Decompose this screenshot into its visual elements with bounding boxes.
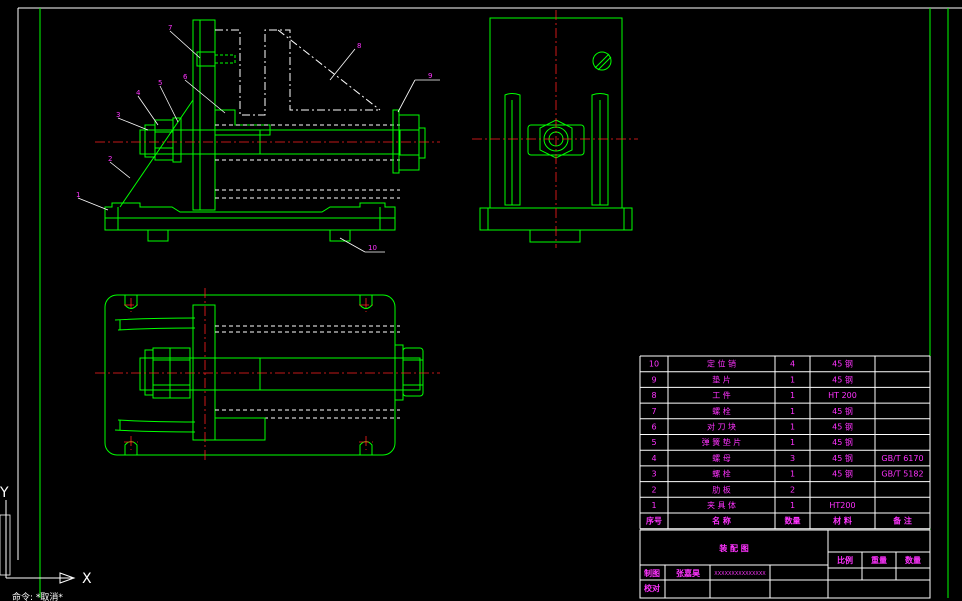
drawn-id: XXXXXXXXXXXXXXX xyxy=(714,571,766,577)
part-label-8: 8 xyxy=(357,42,361,50)
bom-cell-material: 45 钢 xyxy=(832,374,853,384)
bom-cell-name: 夹 具 体 xyxy=(707,500,736,510)
bom-cell-no: 5 xyxy=(651,438,656,447)
bom-cell-no: 6 xyxy=(651,422,656,431)
bom-cell-qty: 1 xyxy=(790,501,795,510)
bom-cell-name: 弹 簧 垫 片 xyxy=(702,437,742,447)
bom-cell-material: 45 钢 xyxy=(832,437,853,447)
bom-header-material: 材 料 xyxy=(833,516,852,526)
bom-cell-material: 45 钢 xyxy=(832,421,853,431)
bom-cell-qty: 1 xyxy=(790,375,795,384)
bom-cell-note: GB/T 6170 xyxy=(881,454,923,463)
bom-cell-name: 垫 片 xyxy=(712,374,731,384)
bom-cell-qty: 3 xyxy=(790,454,795,463)
bom-header-qty: 数量 xyxy=(785,516,801,526)
bom-cell-qty: 1 xyxy=(790,470,795,479)
bom-cell-no: 9 xyxy=(651,375,656,384)
cad-drawing-canvas[interactable]: 1 2 3 4 5 6 7 8 9 10 10 定 位 销 4 45 钢9 垫 … xyxy=(0,0,962,601)
part-label-2: 2 xyxy=(108,155,112,163)
bom-cell-no: 2 xyxy=(651,485,656,494)
bom-cell-no: 7 xyxy=(651,407,656,416)
drawing-name: 装 配 图 xyxy=(718,543,749,553)
ucs-y-label: Y xyxy=(0,485,9,501)
bom-cell-qty: 1 xyxy=(790,407,795,416)
bom-cell-qty: 1 xyxy=(790,438,795,447)
bom-cell-qty: 4 xyxy=(790,360,795,369)
command-line[interactable]: 命令: *取消* xyxy=(12,591,63,601)
weight-label: 重量 xyxy=(871,555,887,565)
bom-cell-material: 45 钢 xyxy=(832,453,853,463)
part-label-6: 6 xyxy=(183,73,188,81)
bom-cell-name: 定 位 销 xyxy=(707,359,736,369)
bom-cell-no: 1 xyxy=(651,501,656,510)
part-label-7: 7 xyxy=(168,24,172,32)
bom-cell-material: HT 200 xyxy=(828,391,857,400)
bom-cell-material: 45 钢 xyxy=(832,406,853,416)
ratio-label: 比例 xyxy=(837,555,853,565)
bom-cell-no: 10 xyxy=(649,360,659,369)
bom-cell-material: 45 钢 xyxy=(832,359,853,369)
bom-cell-name: 螺 母 xyxy=(712,453,731,463)
part-label-4: 4 xyxy=(136,89,141,97)
part-label-9: 9 xyxy=(428,72,432,80)
bom-cell-name: 对 刀 块 xyxy=(707,421,736,431)
part-label-5: 5 xyxy=(158,79,162,87)
bom-cell-name: 螺 栓 xyxy=(712,469,731,479)
bom-cell-note: GB/T 5182 xyxy=(881,470,923,479)
bom-cell-qty: 1 xyxy=(790,422,795,431)
bom-cell-material: 45 钢 xyxy=(832,469,853,479)
bom-cell-no: 8 xyxy=(651,391,656,400)
drawn-name: 张嘉昊 xyxy=(676,568,701,578)
bom-cell-name: 螺 栓 xyxy=(712,406,731,416)
bom-cell-material: HT200 xyxy=(829,501,855,510)
part-label-3: 3 xyxy=(116,111,120,119)
bom-header-note: 备 注 xyxy=(892,516,912,526)
bom-header-name: 名 称 xyxy=(712,516,731,526)
bom-cell-qty: 1 xyxy=(790,391,795,400)
bom-cell-no: 3 xyxy=(651,470,656,479)
bom-cell-no: 4 xyxy=(651,454,656,463)
count-label: 数量 xyxy=(905,555,921,565)
bom-cell-name: 肋 板 xyxy=(712,484,731,494)
part-label-1: 1 xyxy=(76,191,80,199)
part-label-10: 10 xyxy=(368,244,377,252)
bom-cell-name: 工 件 xyxy=(712,390,731,400)
bom-header-no: 序号 xyxy=(646,516,662,526)
bom-cell-qty: 2 xyxy=(790,485,795,494)
check-label: 校对 xyxy=(644,583,660,593)
drawn-label: 制图 xyxy=(644,568,660,578)
ucs-x-label: X xyxy=(82,571,92,587)
